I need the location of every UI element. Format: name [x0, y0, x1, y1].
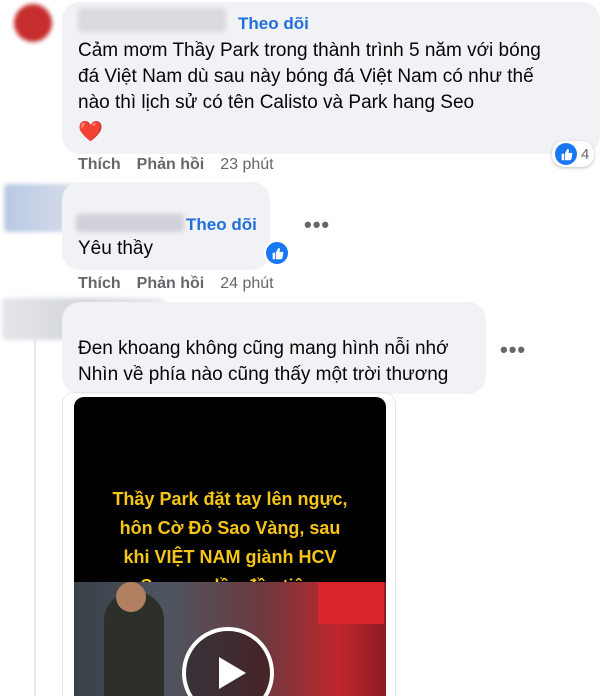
- reply-button[interactable]: Phản hồi: [137, 275, 205, 293]
- comment-line: đá Việt Nam dù sau này bóng đá Việt Nam …: [78, 66, 534, 87]
- comment-line: nào thì lịch sử có tên Calisto và Park h…: [78, 92, 475, 113]
- comment-text: Đen khoang không cũng mang hình nỗi nhớ …: [78, 336, 488, 388]
- follow-link[interactable]: Theo dõi: [238, 14, 309, 34]
- comment-1-actions: Thích Phản hồi 23 phút: [78, 156, 274, 174]
- like-button[interactable]: Thích: [78, 275, 121, 293]
- caption-line: hôn Cờ Đỏ Sao Vàng, sau: [119, 518, 341, 538]
- comment-line: Cảm mơm Thầy Park trong thành trình 5 nă…: [78, 40, 541, 61]
- like-reaction-icon[interactable]: [264, 240, 290, 266]
- timestamp[interactable]: 23 phút: [220, 156, 273, 174]
- caption-line: Thầy Park đặt tay lên ngực,: [112, 489, 348, 509]
- comment-text: Yêu thầy: [78, 238, 153, 259]
- username-redacted: [78, 8, 226, 32]
- red-redaction: [318, 582, 384, 624]
- reaction-summary[interactable]: 4: [552, 141, 595, 167]
- like-reaction-icon: [555, 143, 577, 165]
- timestamp[interactable]: 24 phút: [220, 275, 273, 293]
- comment-line: Đen khoang không cũng mang hình nỗi nhớ: [78, 338, 449, 359]
- heart-emoji: ❤️: [78, 121, 103, 143]
- more-options-icon[interactable]: •••: [500, 339, 526, 361]
- follow-link[interactable]: Theo dõi: [186, 215, 257, 235]
- play-button[interactable]: [182, 627, 274, 696]
- comment-text: Cảm mơm Thầy Park trong thành trình 5 nă…: [78, 38, 598, 116]
- reaction-count: 4: [581, 145, 590, 163]
- more-options-icon[interactable]: •••: [304, 214, 330, 236]
- avatar[interactable]: [14, 4, 52, 42]
- comment-line: Nhìn về phía nào cũng thấy một trời thươ…: [78, 364, 449, 385]
- thread-line: [34, 340, 36, 696]
- player-head: [116, 582, 146, 612]
- comment-2-actions: Thích Phản hồi 24 phút: [78, 275, 274, 293]
- like-button[interactable]: Thích: [78, 156, 121, 174]
- caption-line: khi VIỆT NAM giành HCV: [123, 547, 337, 567]
- username-redacted: [76, 214, 184, 232]
- video-attachment[interactable]: Thầy Park đặt tay lên ngực, hôn Cờ Đỏ Sa…: [74, 397, 386, 696]
- reply-button[interactable]: Phản hồi: [137, 156, 205, 174]
